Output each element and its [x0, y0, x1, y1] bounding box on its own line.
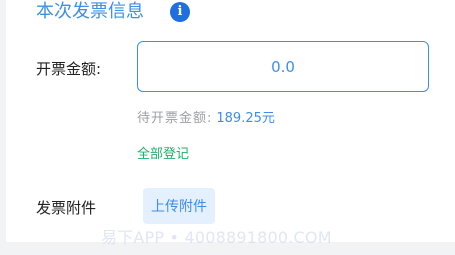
watermark: 易下APP • 4008891800.COM: [101, 228, 332, 247]
pending-amount-label: 待开票金额:: [137, 111, 213, 126]
pending-amount: 待开票金额: 189.25元: [137, 107, 275, 126]
section-title: 本次发票信息: [36, 1, 144, 22]
info-icon[interactable]: i: [170, 2, 190, 22]
invoice-amount-input[interactable]: 0.0: [137, 41, 429, 92]
invoice-amount-value: 0.0: [271, 57, 295, 76]
register-all-link[interactable]: 全部登记: [137, 143, 189, 162]
invoice-info-card: 本次发票信息 i 开票金额: 0.0 待开票金额: 189.25元 全部登记 发…: [6, 0, 455, 242]
invoice-attachment-label: 发票附件: [36, 199, 97, 217]
pending-amount-value: 189.25元: [216, 111, 275, 126]
invoice-amount-label: 开票金额:: [36, 60, 102, 78]
upload-attachment-button[interactable]: 上传附件: [143, 188, 215, 224]
